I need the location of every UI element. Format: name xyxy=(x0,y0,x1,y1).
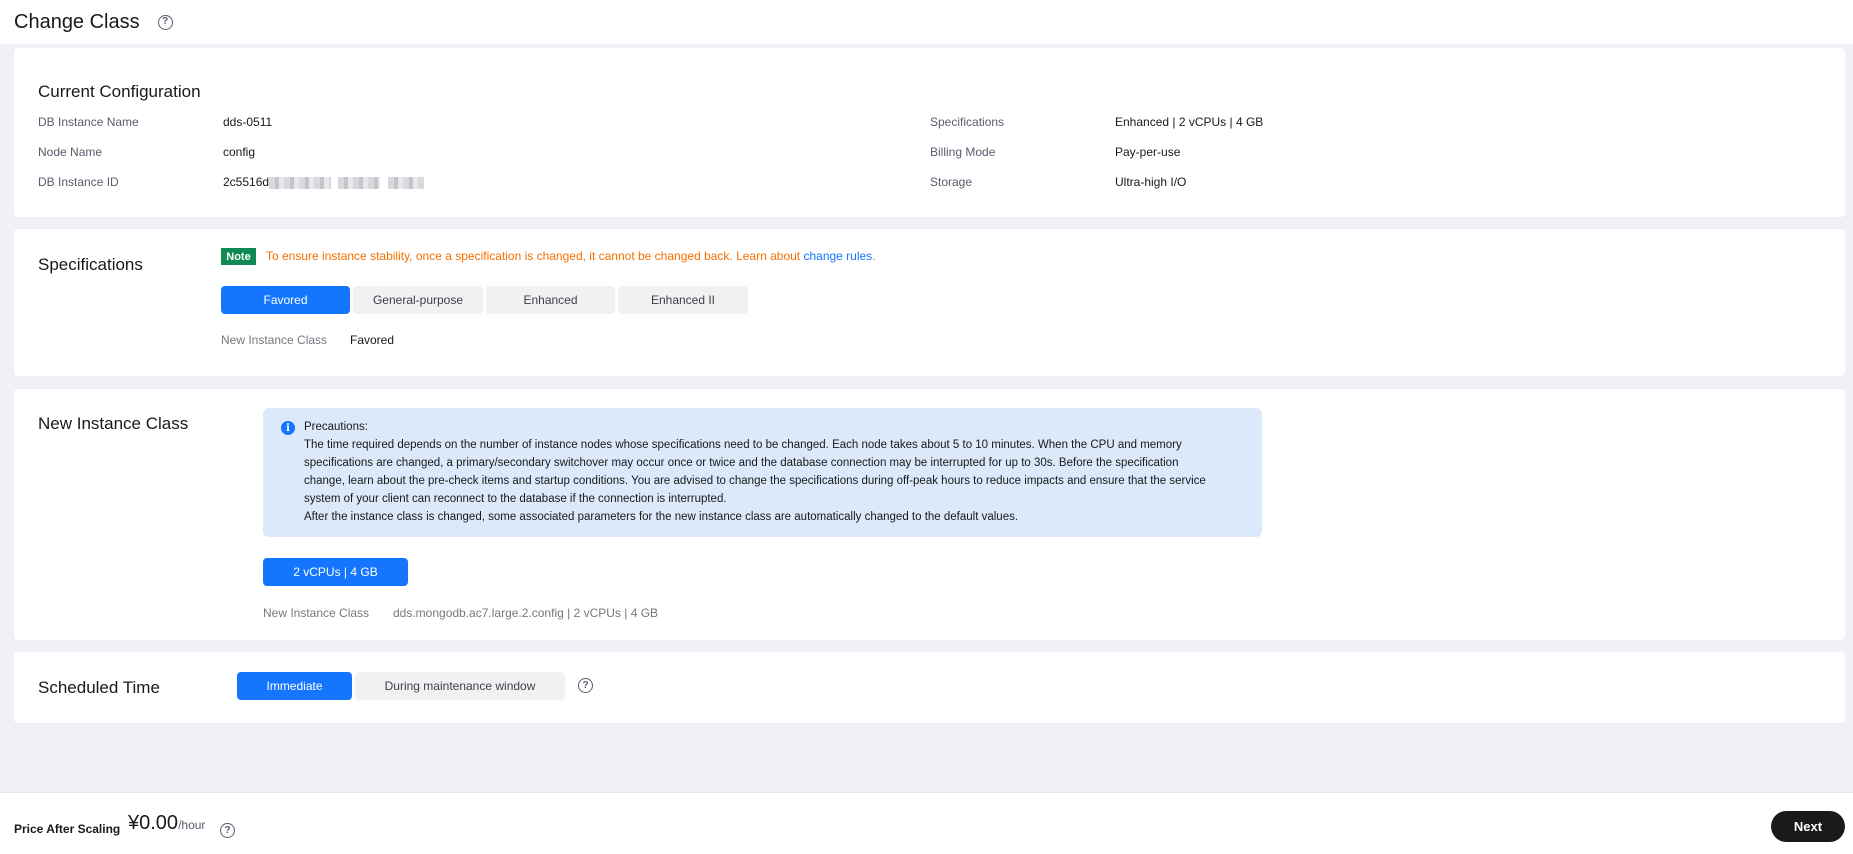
price-unit: /hour xyxy=(178,818,206,832)
question-circle-icon[interactable]: ? xyxy=(157,14,173,30)
precautions-line: specifications are changed, a primary/se… xyxy=(304,457,1179,469)
precautions-line: The time required depends on the number … xyxy=(304,439,1182,451)
info-icon: i xyxy=(281,421,295,435)
redacted-block xyxy=(338,176,381,189)
price-after-scaling-label: Price After Scaling xyxy=(14,822,121,836)
billing-mode-value: Pay-per-use xyxy=(1115,145,1181,159)
note-text: To ensure instance stability, once a spe… xyxy=(266,249,876,263)
specifications-value: Enhanced | 2 vCPUs | 4 GB xyxy=(1115,115,1264,129)
specifications-card: Specifications Note To ensure instance s… xyxy=(14,229,1845,376)
db-instance-id-text: 2c5516d xyxy=(223,175,270,189)
new-instance-class-value: Favored xyxy=(350,333,395,347)
current-configuration-title: Current Configuration xyxy=(38,82,201,101)
question-circle-icon[interactable]: ? xyxy=(578,678,593,693)
billing-mode-label: Billing Mode xyxy=(930,145,996,159)
instance-class-option-button[interactable]: 2 vCPUs | 4 GB xyxy=(263,558,408,586)
page-header: Change Class ? xyxy=(0,0,1853,44)
db-instance-name-value: dds-0511 xyxy=(223,115,273,129)
new-instance-class-card: New Instance Class i Precautions: The ti… xyxy=(14,389,1845,640)
precautions-line: After the instance class is changed, som… xyxy=(304,511,1019,523)
tab-enhanced[interactable]: Enhanced xyxy=(486,286,615,314)
tab-enhanced-ii[interactable]: Enhanced II xyxy=(618,286,748,314)
question-circle-icon[interactable]: ? xyxy=(220,823,235,838)
note-message: To ensure instance stability, once a spe… xyxy=(266,249,804,263)
note-badge: Note xyxy=(221,248,256,265)
db-instance-id-label: DB Instance ID xyxy=(38,175,119,189)
scheduled-time-title: Scheduled Time xyxy=(38,678,160,697)
price-amount: ¥0.00 xyxy=(128,812,179,834)
precautions-title: Precautions: xyxy=(304,421,368,433)
immediate-option[interactable]: Immediate xyxy=(237,672,352,700)
precautions-line: change, learn about the pre-check items … xyxy=(304,475,1206,487)
node-name-label: Node Name xyxy=(38,145,103,159)
tab-general-purpose[interactable]: General-purpose xyxy=(353,286,483,314)
next-button[interactable]: Next xyxy=(1771,811,1845,842)
new-instance-class-value: dds.mongodb.ac7.large.2.config | 2 vCPUs… xyxy=(393,606,659,620)
change-rules-link[interactable]: change rules xyxy=(803,249,872,263)
db-instance-id-value: 2c5516d xyxy=(223,175,424,189)
storage-label: Storage xyxy=(930,175,973,189)
note-end: . xyxy=(872,249,876,263)
new-instance-class-label: New Instance Class xyxy=(263,606,370,620)
node-name-value: config xyxy=(223,145,256,159)
specifications-label: Specifications xyxy=(930,115,1005,129)
scheduled-time-card: Scheduled Time Immediate During maintena… xyxy=(14,652,1845,723)
redacted-block xyxy=(269,176,332,189)
precautions-alert: i Precautions: The time required depends… xyxy=(263,408,1262,537)
precautions-body: Precautions: The time required depends o… xyxy=(304,418,1244,526)
tab-favored[interactable]: Favored xyxy=(221,286,350,314)
price-value: ¥0.00/hour xyxy=(128,812,205,835)
current-configuration-card: Current Configuration DB Instance Name d… xyxy=(14,48,1845,217)
page-title: Change Class xyxy=(14,10,140,33)
precautions-line: system of your client can reconnect to t… xyxy=(304,493,727,505)
db-instance-name-label: DB Instance Name xyxy=(38,115,139,129)
redacted-block xyxy=(387,176,424,189)
specifications-title: Specifications xyxy=(38,255,143,274)
storage-value: Ultra-high I/O xyxy=(1115,175,1187,189)
new-instance-class-label: New Instance Class xyxy=(221,333,328,347)
new-instance-class-title: New Instance Class xyxy=(38,414,189,433)
price-footer: Price After Scaling ¥0.00/hour ? Next xyxy=(0,792,1853,854)
maintenance-window-option[interactable]: During maintenance window xyxy=(355,672,565,700)
